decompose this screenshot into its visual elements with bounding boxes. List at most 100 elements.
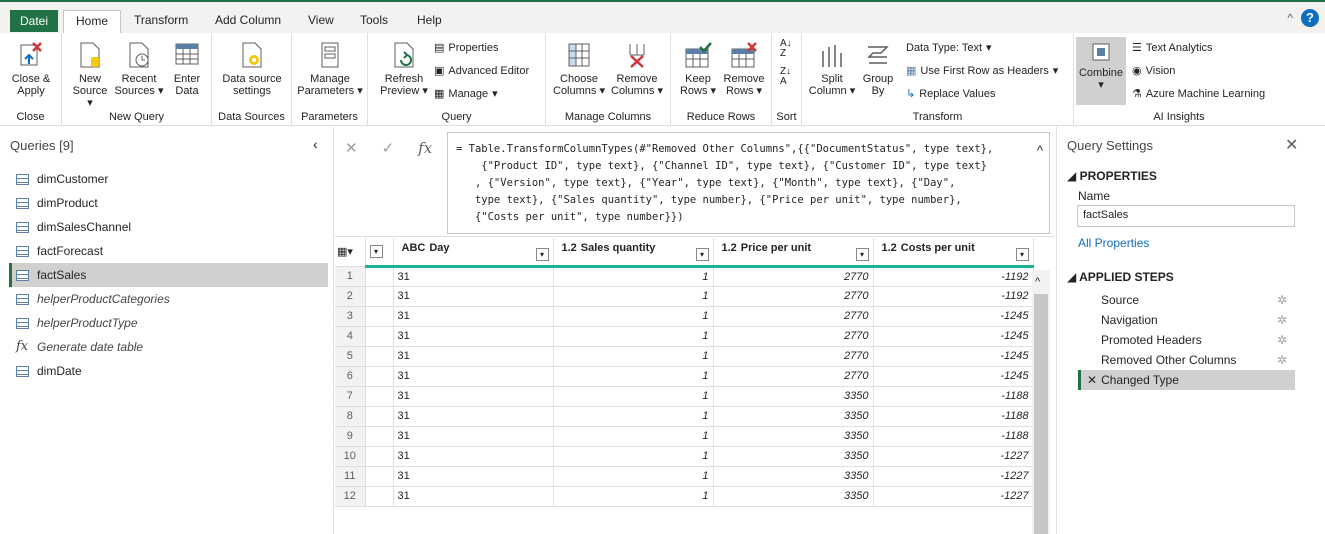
fx-icon[interactable]: fx <box>418 139 432 157</box>
tab-tools[interactable]: Tools <box>348 10 400 35</box>
applied-step[interactable]: Removed Other Columns ✲ <box>1078 350 1295 370</box>
column-filter-icon[interactable]: ▾ <box>369 244 383 258</box>
applied-step[interactable]: Promoted Headers ✲ <box>1078 330 1295 350</box>
column-header[interactable]: 1.2 Costs per unit ▾ <box>873 238 1034 268</box>
table-row[interactable]: 11 31 1 3350 -1227 <box>335 466 1034 487</box>
query-item[interactable]: dimProduct <box>9 191 328 215</box>
scroll-thumb[interactable] <box>1034 294 1048 534</box>
table-row[interactable]: 10 31 1 3350 -1227 <box>335 446 1034 467</box>
query-item[interactable]: dimCustomer <box>9 167 328 191</box>
row-number[interactable]: 11 <box>335 466 366 487</box>
applied-step[interactable]: Source ✲ <box>1078 290 1295 310</box>
tab-view[interactable]: View <box>296 10 346 35</box>
table-row[interactable]: 9 31 1 3350 -1188 <box>335 426 1034 447</box>
table-row[interactable]: 12 31 1 3350 -1227 <box>335 486 1034 507</box>
table-row[interactable]: 8 31 1 3350 -1188 <box>335 406 1034 427</box>
column-filter-icon[interactable]: ▾ <box>855 247 869 261</box>
tab-file[interactable]: Datei <box>10 10 59 32</box>
row-number[interactable]: 4 <box>335 326 366 347</box>
group-by-button[interactable]: Group By <box>858 41 898 97</box>
row-number[interactable]: 10 <box>335 446 366 467</box>
step-settings-gear-icon[interactable]: ✲ <box>1277 330 1287 350</box>
formula-input[interactable]: = Table.TransformColumnTypes(#"Removed O… <box>447 132 1050 234</box>
grid-vertical-scrollbar[interactable]: ^ <box>1032 270 1050 534</box>
column-header[interactable]: 1.2 Price per unit ▾ <box>713 238 874 268</box>
column-header[interactable]: ABC Day ▾ <box>393 238 554 268</box>
advanced-editor-button[interactable]: ▣ Advanced Editor <box>434 64 529 78</box>
sort-ascending-button[interactable]: A↓ Z <box>780 39 792 59</box>
close-apply-button[interactable]: Close & Apply <box>6 41 56 97</box>
query-name-input[interactable]: factSales <box>1077 205 1295 227</box>
row-number[interactable]: 5 <box>335 346 366 367</box>
table-row[interactable]: 2 31 1 2770 -1192 <box>335 286 1034 307</box>
remove-rows-button[interactable]: Remove Rows ▾ <box>721 41 767 97</box>
table-row[interactable]: 6 31 1 2770 -1245 <box>335 366 1034 387</box>
row-number[interactable]: 8 <box>335 406 366 427</box>
column-filter-icon[interactable]: ▾ <box>535 247 549 261</box>
help-icon[interactable]: ? <box>1301 9 1319 27</box>
manage-button[interactable]: ▦ Manage ▾ <box>434 87 498 101</box>
collapse-ribbon-icon[interactable]: ^ <box>1287 11 1293 25</box>
tab-add-column[interactable]: Add Column <box>203 10 293 35</box>
applied-step[interactable]: Navigation ✲ <box>1078 310 1295 330</box>
remove-columns-button[interactable]: Remove Columns ▾ <box>608 41 666 97</box>
table-row[interactable]: 4 31 1 2770 -1245 <box>335 326 1034 347</box>
collapse-queries-icon[interactable]: ‹ <box>313 136 318 152</box>
collapse-formula-icon[interactable]: ^ <box>1037 143 1043 158</box>
refresh-preview-button[interactable]: Refresh Preview ▾ <box>376 41 432 97</box>
row-number[interactable]: 6 <box>335 366 366 387</box>
replace-values-button[interactable]: ↳ Replace Values <box>906 87 995 101</box>
all-properties-link[interactable]: All Properties <box>1078 236 1149 250</box>
query-item[interactable]: factForecast <box>9 239 328 263</box>
azure-ml-button[interactable]: ⚗ Azure Machine Learning <box>1132 87 1265 101</box>
column-type-icon[interactable]: ABC <box>402 242 426 254</box>
tab-transform[interactable]: Transform <box>122 10 200 35</box>
table-row[interactable]: 3 31 1 2770 -1245 <box>335 306 1034 327</box>
step-settings-gear-icon[interactable]: ✲ <box>1277 310 1287 330</box>
properties-heading[interactable]: ◢ PROPERTIES <box>1067 169 1157 183</box>
commit-formula-icon[interactable]: ✓ <box>382 139 395 157</box>
row-number[interactable]: 12 <box>335 486 366 507</box>
text-analytics-button[interactable]: ☰ Text Analytics <box>1132 41 1213 55</box>
step-settings-gear-icon[interactable]: ✲ <box>1277 290 1287 310</box>
query-item[interactable]: dimSalesChannel <box>9 215 328 239</box>
data-type-dropdown[interactable]: Data Type: Text ▾ <box>906 41 992 55</box>
choose-columns-button[interactable]: Choose Columns ▾ <box>552 41 606 97</box>
query-item[interactable]: helperProductType <box>9 311 328 335</box>
properties-button[interactable]: ▤ Properties <box>434 41 499 55</box>
close-settings-icon[interactable]: ✕ <box>1285 135 1298 155</box>
delete-step-icon[interactable]: ✕ <box>1087 373 1097 387</box>
column-type-icon[interactable]: 1.2 <box>882 242 897 254</box>
vision-button[interactable]: ◉ Vision <box>1132 64 1175 78</box>
table-menu-button[interactable]: ▦▾ <box>335 238 366 267</box>
scroll-up-icon[interactable]: ^ <box>1035 276 1040 288</box>
table-row[interactable]: 5 31 1 2770 -1245 <box>335 346 1034 367</box>
keep-rows-button[interactable]: Keep Rows ▾ <box>675 41 721 97</box>
step-settings-gear-icon[interactable]: ✲ <box>1277 350 1287 370</box>
row-number[interactable]: 7 <box>335 386 366 407</box>
query-item[interactable]: factSales <box>9 263 328 287</box>
manage-parameters-button[interactable]: Manage Parameters ▾ <box>296 41 364 97</box>
query-item[interactable]: fx Generate date table <box>9 335 328 359</box>
combine-button[interactable]: Combine ▾ <box>1076 37 1126 105</box>
recent-sources-button[interactable]: Recent Sources ▾ <box>114 41 164 97</box>
column-filter-icon[interactable]: ▾ <box>695 247 709 261</box>
new-source-button[interactable]: New Source ▾ <box>70 41 110 109</box>
cancel-formula-icon[interactable]: ✕ <box>345 139 358 157</box>
column-type-icon[interactable]: 1.2 <box>562 242 577 254</box>
applied-step[interactable]: ✕ Changed Type <box>1078 370 1295 390</box>
column-header[interactable]: 1.2 Sales quantity ▾ <box>553 238 714 268</box>
tab-help[interactable]: Help <box>405 10 454 35</box>
column-filter-icon[interactable]: ▾ <box>1015 247 1029 261</box>
row-number[interactable]: 9 <box>335 426 366 447</box>
row-number[interactable]: 2 <box>335 286 366 307</box>
data-source-settings-button[interactable]: Data source settings <box>217 41 287 97</box>
split-column-button[interactable]: Split Column ▾ <box>808 41 856 97</box>
applied-steps-heading[interactable]: ◢ APPLIED STEPS <box>1067 270 1174 284</box>
first-row-headers-button[interactable]: ▦ Use First Row as Headers ▾ <box>906 64 1058 78</box>
query-item[interactable]: helperProductCategories <box>9 287 328 311</box>
enter-data-button[interactable]: Enter Data <box>167 41 207 97</box>
row-number[interactable]: 3 <box>335 306 366 327</box>
column-header-hidden[interactable]: ▾ <box>365 238 394 268</box>
table-row[interactable]: 1 31 1 2770 -1192 <box>335 266 1034 287</box>
